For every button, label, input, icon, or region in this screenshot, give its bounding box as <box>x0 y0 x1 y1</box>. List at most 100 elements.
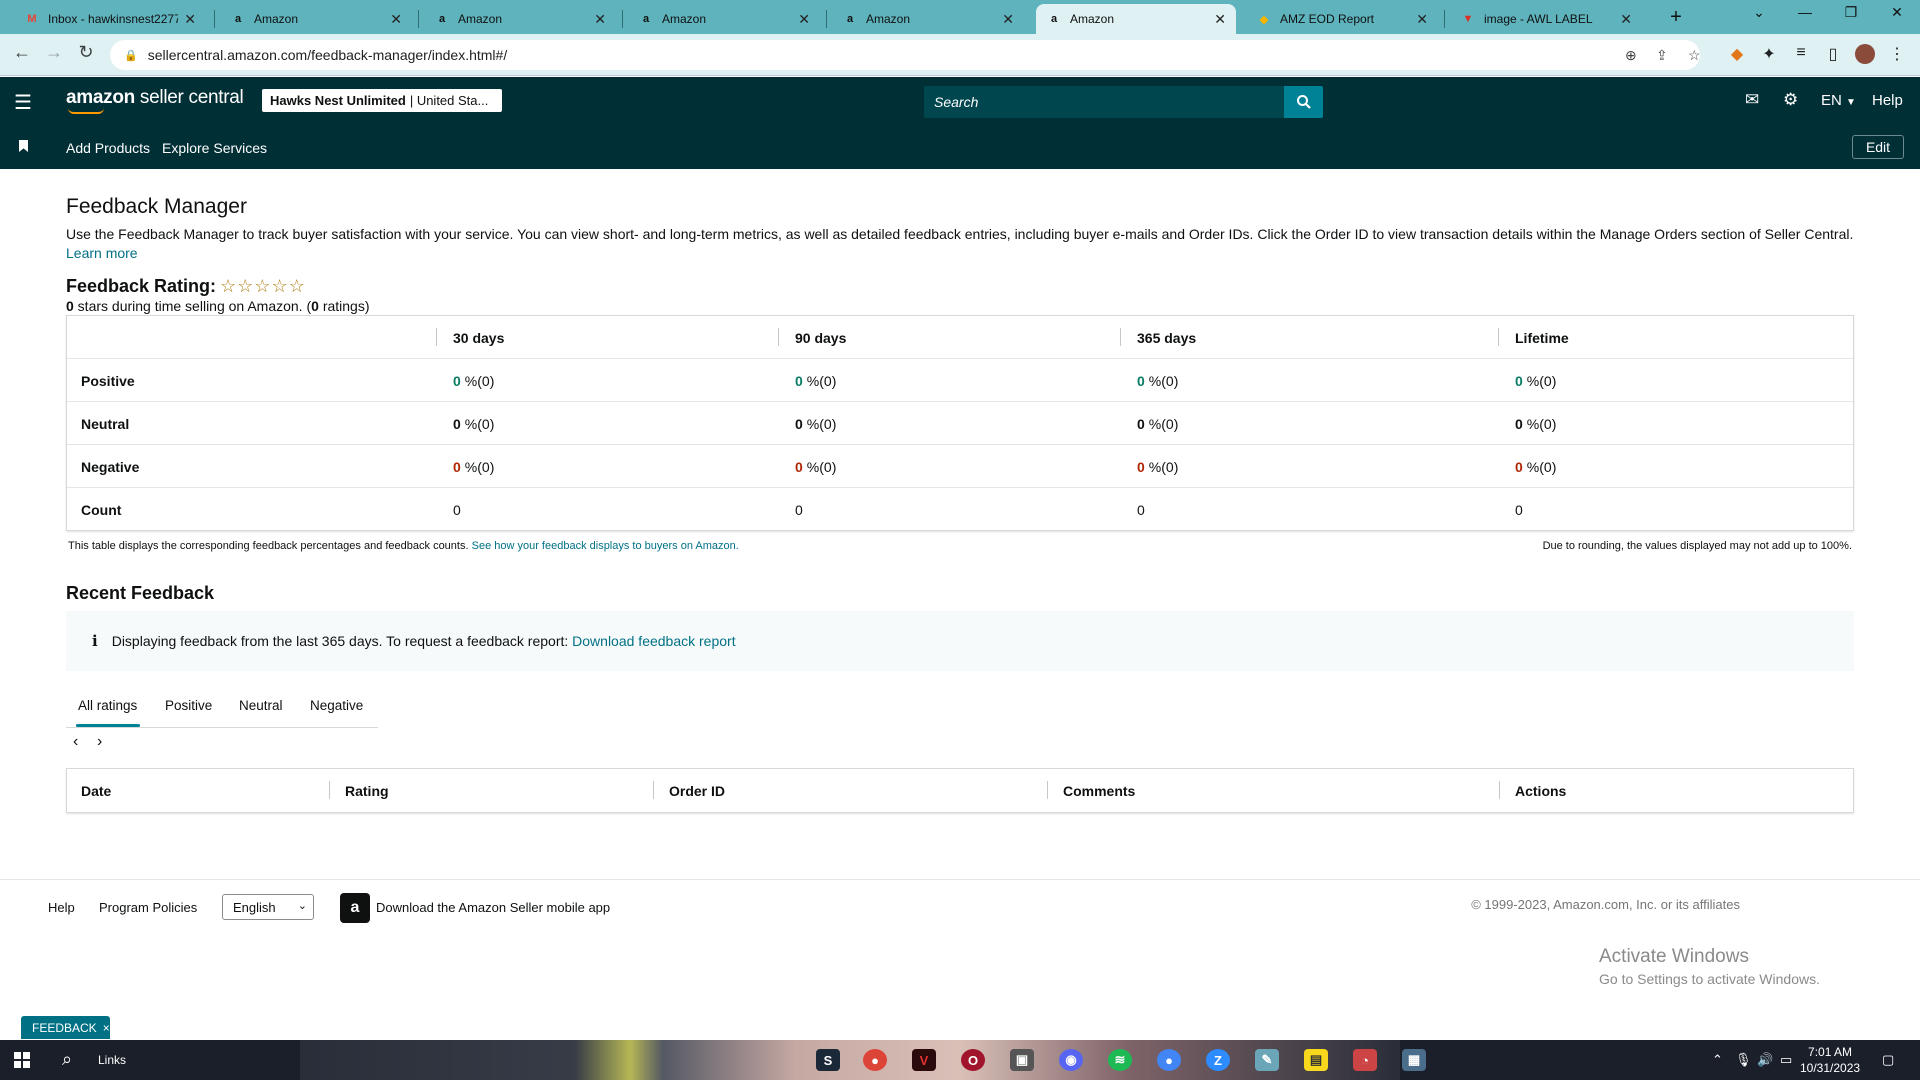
network-icon[interactable]: ▭ <box>1780 1052 1792 1068</box>
tray-expand-icon[interactable]: ⌃ <box>1712 1052 1723 1068</box>
share-icon[interactable]: ⇪ <box>1656 47 1668 64</box>
col-rating[interactable]: Rating <box>345 769 389 812</box>
nav-explore-services[interactable]: Explore Services <box>162 140 267 156</box>
address-bar: ← → ↻ 🔒 sellercentral.amazon.com/feedbac… <box>0 34 1920 76</box>
bookmark-icon[interactable] <box>19 140 28 152</box>
tab-search-icon[interactable]: ⌄ <box>1744 4 1774 21</box>
tab-close-icon[interactable]: ✕ <box>1416 11 1428 28</box>
help-link[interactable]: Help <box>1872 92 1903 109</box>
browser-tab[interactable]: a Amazon ✕ <box>1036 4 1236 34</box>
chrome-profile-icon[interactable]: ● <box>1157 1049 1181 1071</box>
maximize-icon[interactable]: ❐ <box>1836 4 1866 21</box>
steam-icon[interactable]: S <box>816 1049 840 1071</box>
close-icon[interactable]: × <box>103 1021 110 1035</box>
tab-all-ratings[interactable]: All ratings <box>78 698 137 713</box>
prev-page-icon[interactable]: ‹ <box>73 733 78 751</box>
browser-tab[interactable]: a Amazon ✕ <box>424 4 616 34</box>
download-app-link[interactable]: Download the Amazon Seller mobile app <box>376 900 610 915</box>
sticky-notes-icon[interactable]: ▤ <box>1304 1049 1328 1071</box>
app-v-icon[interactable]: V <box>912 1049 936 1071</box>
footer-language-select[interactable]: English ⌄ <box>222 894 314 920</box>
browser-tab[interactable]: ◆ AMZ EOD Report ✕ <box>1246 4 1438 34</box>
spotify-icon[interactable]: ≋ <box>1108 1049 1132 1071</box>
tab-favicon-icon: a <box>642 13 650 25</box>
tab-close-icon[interactable]: ✕ <box>390 11 402 28</box>
tab-close-icon[interactable]: ✕ <box>1214 11 1226 28</box>
next-page-icon[interactable]: › <box>97 733 102 751</box>
feedback-tab-button[interactable]: FEEDBACK × <box>21 1016 110 1039</box>
notepad-icon[interactable]: ✎ <box>1255 1049 1279 1071</box>
logo-amazon-text: amazon <box>66 87 135 108</box>
feedback-display-link[interactable]: See how your feedback displays to buyers… <box>472 540 739 552</box>
tab-close-icon[interactable]: ✕ <box>1002 11 1014 28</box>
profile-avatar-icon[interactable] <box>1854 44 1876 69</box>
metric-value: 0 <box>1515 501 1523 518</box>
zoom-icon[interactable]: Z <box>1206 1049 1230 1071</box>
browser-tab[interactable]: M Inbox - hawkinsnest2277@ ✕ <box>14 4 206 34</box>
media-icon[interactable]: ≡ <box>1790 44 1812 62</box>
app-icon[interactable]: ◔ <box>1353 1049 1377 1071</box>
row-label: Positive <box>81 372 135 389</box>
tab-negative[interactable]: Negative <box>310 698 363 713</box>
photo-app-icon[interactable]: ▣ <box>1010 1049 1034 1071</box>
opera-icon[interactable]: O <box>961 1049 985 1071</box>
search-input[interactable]: Search <box>924 86 1284 118</box>
browser-tab[interactable]: a Amazon ✕ <box>832 4 1024 34</box>
tab-close-icon[interactable]: ✕ <box>1620 11 1632 28</box>
search-button[interactable] <box>1284 86 1323 118</box>
tab-close-icon[interactable]: ✕ <box>798 11 810 28</box>
side-panel-icon[interactable]: ▯ <box>1822 44 1844 64</box>
mail-icon[interactable]: ✉ <box>1745 90 1759 110</box>
taskbar-wallpaper <box>300 1040 1400 1080</box>
forward-icon[interactable]: → <box>42 42 66 63</box>
col-date[interactable]: Date <box>81 769 111 812</box>
taskbar-search-label[interactable]: Links <box>98 1053 126 1067</box>
seller-app-icon[interactable]: a <box>340 893 370 923</box>
tab-favicon-icon: ◆ <box>1259 13 1269 26</box>
taskbar-clock[interactable]: 7:01 AM 10/31/2023 <box>1800 1044 1860 1076</box>
browser-tab[interactable]: a Amazon ✕ <box>220 4 412 34</box>
url-field[interactable]: 🔒 sellercentral.amazon.com/feedback-mana… <box>110 40 1700 70</box>
footer-help-link[interactable]: Help <box>48 900 75 915</box>
reload-icon[interactable]: ↻ <box>74 42 98 63</box>
page-footer: Help Program Policies English ⌄ a Downlo… <box>0 879 1920 1039</box>
hamburger-menu-icon[interactable]: ☰ <box>14 90 32 115</box>
tab-positive[interactable]: Positive <box>165 698 212 713</box>
col-order-id[interactable]: Order ID <box>669 769 725 812</box>
volume-icon[interactable]: 🔊 <box>1757 1052 1773 1068</box>
learn-more-link[interactable]: Learn more <box>66 245 138 261</box>
discord-icon[interactable]: ◉ <box>1059 1049 1083 1071</box>
language-selector[interactable]: EN ▼ <box>1821 92 1856 109</box>
close-window-icon[interactable]: ✕ <box>1882 4 1912 21</box>
seller-central-logo[interactable]: amazon seller central <box>66 87 244 114</box>
browser-menu-icon[interactable]: ⋮ <box>1886 44 1908 64</box>
extensions-icon[interactable]: ✦ <box>1758 44 1780 64</box>
metamask-icon[interactable]: ◆ <box>1726 44 1748 64</box>
download-feedback-report-link[interactable]: Download feedback report <box>572 633 735 649</box>
new-tab-button[interactable]: + <box>1664 6 1688 29</box>
install-icon[interactable]: ⊕ <box>1625 47 1637 64</box>
footer-program-policies-link[interactable]: Program Policies <box>99 900 197 915</box>
tab-close-icon[interactable]: ✕ <box>184 11 196 28</box>
calculator-icon[interactable]: ▦ <box>1402 1049 1426 1071</box>
taskbar-search-icon[interactable]: ⌕ <box>62 1049 72 1070</box>
settings-gear-icon[interactable]: ⚙ <box>1783 90 1798 110</box>
tab-neutral[interactable]: Neutral <box>239 698 283 713</box>
browser-tab[interactable]: a Amazon ✕ <box>628 4 820 34</box>
browser-tab[interactable]: ▼ image - AWL LABEL ✕ <box>1450 4 1642 34</box>
account-switcher[interactable]: Hawks Nest Unlimited | United Sta... <box>262 89 502 112</box>
metric-cell: 0 %(0) <box>1137 359 1178 402</box>
windows-start-icon[interactable] <box>14 1052 30 1068</box>
nav-add-products[interactable]: Add Products <box>66 140 150 156</box>
microphone-icon[interactable]: 🎙 <box>1735 1052 1752 1068</box>
back-icon[interactable]: ← <box>10 42 34 63</box>
col-comments[interactable]: Comments <box>1063 769 1135 812</box>
chrome-icon[interactable]: ● <box>863 1049 887 1071</box>
metric-value: 0 <box>453 458 461 475</box>
notifications-icon[interactable]: ▢ <box>1882 1052 1894 1068</box>
bookmark-star-icon[interactable]: ☆ <box>1688 47 1701 64</box>
edit-nav-button[interactable]: Edit <box>1852 135 1904 159</box>
col-actions[interactable]: Actions <box>1515 769 1566 812</box>
minimize-icon[interactable]: — <box>1790 4 1820 20</box>
tab-close-icon[interactable]: ✕ <box>594 11 606 28</box>
